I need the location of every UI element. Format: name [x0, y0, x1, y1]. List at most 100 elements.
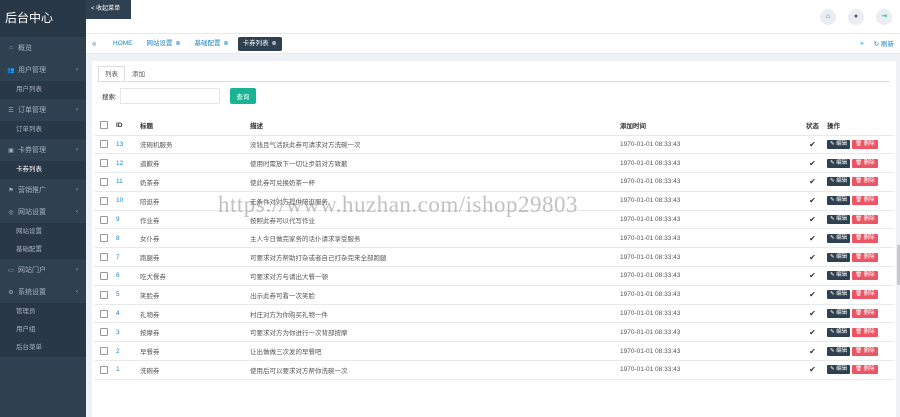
edit-button[interactable]: ✎ 编辑 [827, 365, 851, 375]
edit-button[interactable]: ✎ 编辑 [827, 252, 851, 262]
row-desc: 可要求对方为你进行一次背部按摩 [248, 322, 618, 343]
row-checkbox[interactable] [100, 328, 108, 337]
tab-0[interactable]: HOME [108, 37, 138, 51]
tabs-scroll-right-icon[interactable]: » [860, 40, 864, 47]
row-actions: ✎ 编辑 🗑 删除 [825, 135, 894, 155]
delete-button[interactable]: 🗑 删除 [852, 139, 878, 149]
delete-button[interactable]: 🗑 删除 [852, 271, 878, 281]
coupon-table-wrapper: ID 标题 描述 添加时间 状态 操作 13 洗碗机服务 没钱且气活跃此券可请求对方… [94, 116, 894, 380]
close-icon[interactable]: ⊗ [224, 37, 229, 51]
globe-icon: ◎ [8, 209, 14, 216]
delete-button[interactable]: 🗑 删除 [852, 215, 878, 225]
row-select-cell [94, 172, 114, 192]
search-button[interactable]: 查询 [229, 88, 256, 104]
delete-button[interactable]: 🗑 删除 [852, 177, 878, 187]
check-icon: ✔ [809, 252, 816, 262]
row-actions: ✎ 编辑 🗑 删除 [825, 191, 894, 211]
user-icon[interactable]: ● [848, 9, 864, 25]
delete-button[interactable]: 🗑 删除 [852, 327, 878, 337]
edit-button[interactable]: ✎ 编辑 [827, 177, 851, 187]
row-checkbox[interactable] [100, 253, 108, 262]
row-id: 6 [114, 266, 138, 286]
delete-button[interactable]: 🗑 删除 [852, 158, 878, 168]
row-checkbox[interactable] [100, 159, 108, 168]
row-id: 13 [114, 135, 138, 155]
delete-button[interactable]: 🗑 删除 [852, 233, 878, 243]
edit-button[interactable]: ✎ 编辑 [827, 271, 851, 281]
tab-1[interactable]: 网站设置 ⊗ [142, 37, 186, 51]
close-icon[interactable]: ⊗ [176, 37, 181, 51]
tab-2[interactable]: 基础配置 ⊗ [190, 37, 234, 51]
edit-button[interactable]: ✎ 编辑 [827, 309, 851, 319]
delete-button[interactable]: 🗑 删除 [852, 196, 878, 206]
table-row: 13 洗碗机服务 没钱且气活跃此券可请求对方洗碗一次 1970-01-01 08:33… [94, 135, 894, 155]
sidebar-item-7[interactable]: ⚙ 系统设置 ‹ [0, 281, 86, 303]
row-status: ✔ [800, 304, 825, 324]
row-checkbox[interactable] [100, 347, 108, 356]
tabs-scroll-left-icon[interactable]: « [92, 39, 96, 48]
delete-button[interactable]: 🗑 删除 [852, 309, 878, 319]
row-checkbox[interactable] [100, 196, 108, 205]
row-id: 4 [114, 304, 138, 324]
edit-button[interactable]: ✎ 编辑 [827, 215, 851, 225]
sidebar-item-5[interactable]: ◎ 网站设置 ‹ [0, 201, 86, 223]
row-id: 5 [114, 285, 138, 305]
sidebar-item-1[interactable]: 👥 用户管理 ‹ [0, 59, 86, 81]
sidebar-item-0[interactable]: ⌂ 概览 [0, 37, 86, 59]
check-icon: ✔ [809, 177, 816, 187]
sidebar-submenu: 网站设置 基础配置 [0, 223, 86, 259]
delete-button[interactable]: 🗑 删除 [852, 365, 878, 375]
sidebar-subitem[interactable]: 基础配置 [0, 241, 86, 259]
header-status: 状态 [800, 116, 825, 136]
tab-3[interactable]: 卡券列表 ⊗ [237, 37, 282, 51]
row-title: 奶茶券 [138, 172, 248, 192]
sidebar-subitem[interactable]: 订单列表 [0, 121, 86, 139]
header-actions: 操作 [825, 116, 894, 136]
edit-button[interactable]: ✎ 编辑 [827, 139, 851, 149]
sidebar-item-6[interactable]: ▭ 网站门户 ‹ [0, 259, 86, 281]
chevron-down-icon: ‹ [76, 147, 78, 153]
sidebar-item-4[interactable]: ⚑ 营销推广 ‹ [0, 179, 86, 201]
sidebar-subitem[interactable]: 用户列表 [0, 81, 86, 99]
row-checkbox[interactable] [100, 309, 108, 318]
row-checkbox[interactable] [100, 177, 108, 186]
close-icon[interactable]: ⊗ [272, 37, 277, 51]
collapse-menu-button[interactable]: < 收起菜单 [86, 0, 131, 19]
logout-icon[interactable]: ⇥ [876, 9, 892, 25]
sidebar-subitem[interactable]: 后台菜单 [0, 339, 86, 357]
brand-title: 后台中心 [0, 0, 86, 37]
edit-button[interactable]: ✎ 编辑 [827, 233, 851, 243]
sidebar-subitem[interactable]: 网站设置 [0, 223, 86, 241]
row-status: ✔ [800, 172, 825, 192]
sidebar-submenu: 用户列表 [0, 81, 86, 99]
tab-add[interactable]: 添加 [125, 66, 152, 82]
edit-button[interactable]: ✎ 编辑 [827, 290, 851, 300]
edit-button[interactable]: ✎ 编辑 [827, 346, 851, 356]
row-checkbox[interactable] [100, 290, 108, 299]
home-icon[interactable]: ⌂ [820, 9, 836, 25]
check-icon: ✔ [809, 196, 816, 206]
select-all-checkbox[interactable] [100, 121, 108, 130]
row-checkbox[interactable] [100, 365, 108, 374]
edit-button[interactable]: ✎ 编辑 [827, 158, 851, 168]
sidebar-item-3[interactable]: ▣ 卡券管理 ‹ [0, 139, 86, 161]
refresh-button[interactable]: ↻ 刷新 [874, 38, 894, 48]
tabs-divider [98, 81, 890, 82]
row-checkbox[interactable] [100, 140, 108, 149]
edit-button[interactable]: ✎ 编辑 [827, 327, 851, 337]
table-row: 9 作业券 按照此券可以代写作业 1970-01-01 08:33:43 ✔ ✎ 编辑 🗑 … [94, 210, 894, 230]
sidebar-subitem[interactable]: 用户组 [0, 321, 86, 339]
delete-button[interactable]: 🗑 删除 [852, 252, 878, 262]
sidebar-subitem[interactable]: 卡券列表 [0, 161, 86, 179]
sidebar-subitem[interactable]: 管理员 [0, 303, 86, 321]
delete-button[interactable]: 🗑 删除 [852, 290, 878, 300]
tab-list[interactable]: 列表 [98, 66, 125, 82]
search-input[interactable] [119, 88, 220, 104]
row-checkbox[interactable] [100, 215, 108, 224]
row-checkbox[interactable] [100, 271, 108, 280]
row-actions: ✎ 编辑 🗑 删除 [825, 153, 894, 174]
edit-button[interactable]: ✎ 编辑 [827, 196, 851, 206]
row-checkbox[interactable] [100, 234, 108, 243]
sidebar-item-2[interactable]: ☰ 订单管理 ‹ [0, 99, 86, 121]
delete-button[interactable]: 🗑 删除 [852, 346, 878, 356]
